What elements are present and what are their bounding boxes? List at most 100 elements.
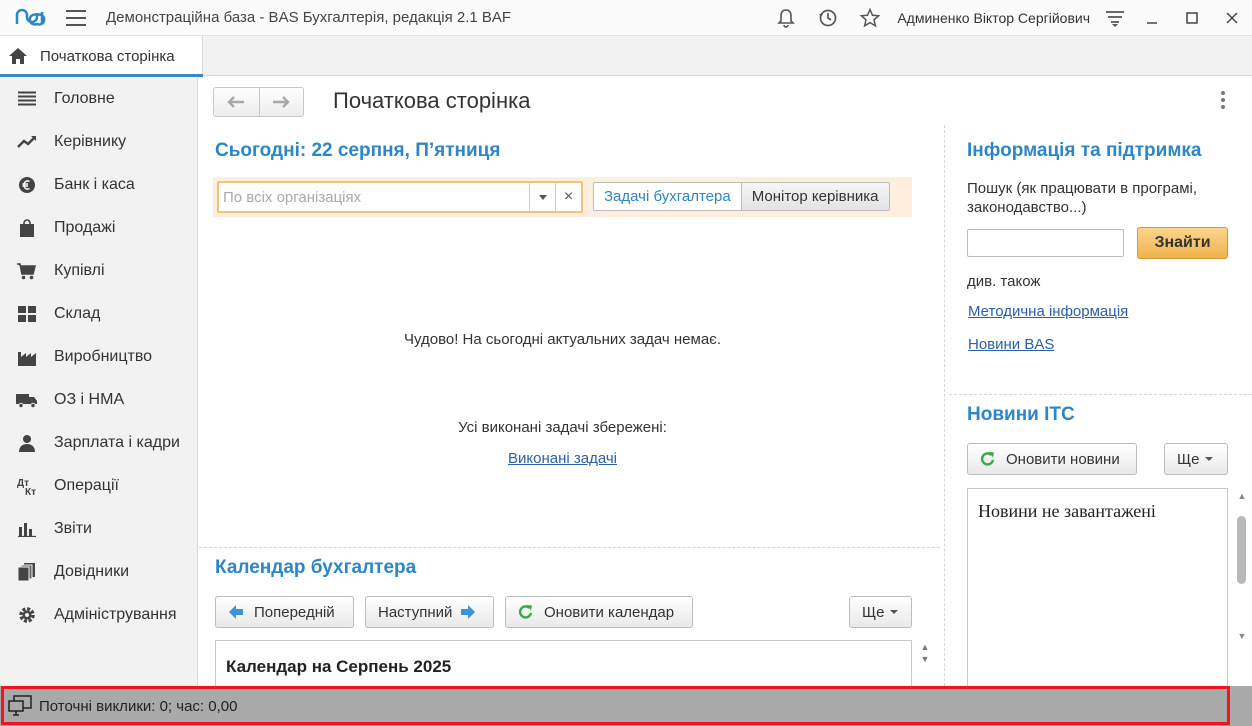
next-button[interactable]: Наступний: [365, 596, 494, 628]
sidebar-item-reports[interactable]: Звіти: [0, 507, 197, 550]
info-heading: Інформація та підтримка: [967, 140, 1202, 161]
news-scrollbar[interactable]: ▲ ▼: [1235, 490, 1249, 650]
sidebar-item-production[interactable]: Виробництво: [0, 335, 197, 378]
calendar-view[interactable]: Календар на Серпень 2025: [215, 640, 912, 686]
scroll-down-icon[interactable]: ▼: [1235, 630, 1249, 642]
more-actions-button[interactable]: [1218, 91, 1228, 109]
sidebar-item-administration[interactable]: Адміністрування: [0, 593, 197, 636]
tab-accountant-tasks[interactable]: Задачі бухгалтера: [594, 183, 741, 210]
next-button-label: Наступний: [378, 603, 453, 621]
scroll-up-icon[interactable]: ▲: [1235, 490, 1249, 502]
calendar-more-button[interactable]: Ще: [849, 596, 912, 628]
no-tasks-message: Чудово! На сьогодні актуальних задач нем…: [403, 331, 721, 348]
shopping-bag-icon: [16, 217, 38, 239]
trend-icon: [16, 131, 38, 153]
organization-select[interactable]: ×: [217, 181, 583, 213]
truck-icon: [16, 389, 38, 411]
news-more-label: Ще: [1177, 450, 1200, 468]
arrow-left-icon: [228, 604, 244, 620]
sidebar-item-main[interactable]: Головне: [0, 77, 197, 120]
right-section-divider: [949, 394, 1252, 395]
done-tasks-link-wrap: Виконані задачі: [213, 450, 912, 467]
scroll-thumb[interactable]: [1237, 516, 1246, 584]
history-icon[interactable]: [817, 7, 839, 29]
arrow-right-icon: [460, 604, 476, 620]
sidebar-item-operations[interactable]: Дт Кт Операції: [0, 464, 197, 507]
maximize-button[interactable]: [1172, 0, 1212, 36]
done-tasks-link[interactable]: Виконані задачі: [508, 450, 617, 467]
support-search-input[interactable]: [967, 229, 1124, 257]
sidebar-item-label: Керівнику: [54, 132, 127, 150]
prev-button[interactable]: Попередній: [215, 596, 354, 628]
chevron-down-icon[interactable]: [529, 183, 555, 211]
refresh-icon: [518, 604, 534, 620]
column-divider: [944, 125, 945, 686]
news-heading: Новини ІТС: [967, 404, 1075, 425]
chevron-down-icon: [890, 610, 899, 614]
organization-input[interactable]: [219, 183, 529, 211]
sidebar-item-bank[interactable]: Банк і каса: [0, 163, 197, 206]
person-icon: [16, 432, 38, 454]
status-bar: Поточні виклики: 0; час: 0,00: [0, 686, 1252, 726]
sidebar-item-manager[interactable]: Керівнику: [0, 120, 197, 163]
gear-icon: [16, 604, 38, 626]
sidebar: Головне Керівнику Банк і каса Продажі Ку…: [0, 77, 198, 686]
sidebar-item-label: Склад: [54, 304, 101, 322]
back-button[interactable]: [214, 88, 259, 116]
sidebar-item-label: Продажі: [54, 218, 116, 236]
tab-bar: Початкова сторінка: [0, 36, 1252, 77]
sidebar-item-label: Звіти: [54, 519, 92, 537]
tab-home[interactable]: Початкова сторінка: [0, 36, 203, 77]
refresh-icon: [980, 451, 996, 467]
refresh-news-label: Оновити новини: [1006, 450, 1120, 468]
warehouse-icon: [16, 303, 38, 325]
sidebar-item-label: Банк і каса: [54, 175, 135, 193]
close-button[interactable]: [1212, 0, 1252, 36]
bas-news-link[interactable]: Новини BAS: [968, 336, 1054, 353]
method-info-link[interactable]: Методична інформація: [968, 303, 1128, 320]
menu-lines-icon: [16, 88, 38, 110]
refresh-news-button[interactable]: Оновити новини: [967, 443, 1137, 475]
calendar-more-label: Ще: [862, 603, 885, 621]
section-divider: [199, 547, 940, 548]
clear-icon[interactable]: ×: [555, 183, 581, 211]
news-more-button[interactable]: Ще: [1164, 443, 1228, 475]
calendar-scroll[interactable]: ▲ ▼: [918, 641, 932, 681]
prev-button-label: Попередній: [254, 603, 335, 621]
tab-home-label: Початкова сторінка: [40, 47, 175, 65]
bas-news-link-wrap: Новини BAS: [968, 336, 1054, 353]
sidebar-item-warehouse[interactable]: Склад: [0, 292, 197, 335]
app-title: Демонстраційна база - BAS Бухгалтерія, р…: [106, 9, 512, 26]
sidebar-item-directories[interactable]: Довідники: [0, 550, 197, 593]
sidebar-item-fixed-assets[interactable]: ОЗ і НМА: [0, 378, 197, 421]
bell-icon[interactable]: [775, 7, 797, 29]
tab-manager-monitor[interactable]: Монітор керівника: [740, 183, 889, 210]
main-menu-button[interactable]: [66, 9, 86, 26]
sidebar-item-salary[interactable]: Зарплата і кадри: [0, 421, 197, 464]
favorites-star-icon[interactable]: [859, 7, 881, 29]
books-icon: [16, 561, 38, 583]
sidebar-item-purchases[interactable]: Купівлі: [0, 249, 197, 292]
saved-tasks-text: Усі виконані задачі збережені:: [458, 419, 667, 436]
svg-text:Кт: Кт: [25, 487, 36, 496]
sidebar-item-label: Головне: [54, 89, 115, 107]
sidebar-item-sales[interactable]: Продажі: [0, 206, 197, 249]
calendar-heading: Календар бухгалтера: [215, 557, 417, 578]
method-info-link-wrap: Методична інформація: [968, 303, 1128, 320]
sidebar-item-label: Виробництво: [54, 347, 153, 365]
cart-icon: [16, 260, 38, 282]
sidebar-item-label: Адміністрування: [54, 605, 177, 623]
sidebar-item-label: Купівлі: [54, 261, 105, 279]
sidebar-item-label: Зарплата і кадри: [54, 433, 180, 451]
app-logo-icon: [15, 8, 46, 26]
find-button[interactable]: Знайти: [1137, 227, 1228, 259]
minimize-button[interactable]: [1132, 0, 1172, 36]
forward-button[interactable]: [258, 88, 304, 116]
page-title: Початкова сторінка: [333, 88, 531, 113]
settings-menu-icon[interactable]: [1104, 7, 1126, 29]
sidebar-item-label: ОЗ і НМА: [54, 390, 125, 408]
see-also-label: див. також: [967, 273, 1041, 290]
user-name[interactable]: Админенко Віктор Сергійович: [897, 10, 1090, 26]
news-panel[interactable]: Новини не завантажені: [967, 488, 1228, 686]
refresh-calendar-button[interactable]: Оновити календар: [505, 596, 693, 628]
